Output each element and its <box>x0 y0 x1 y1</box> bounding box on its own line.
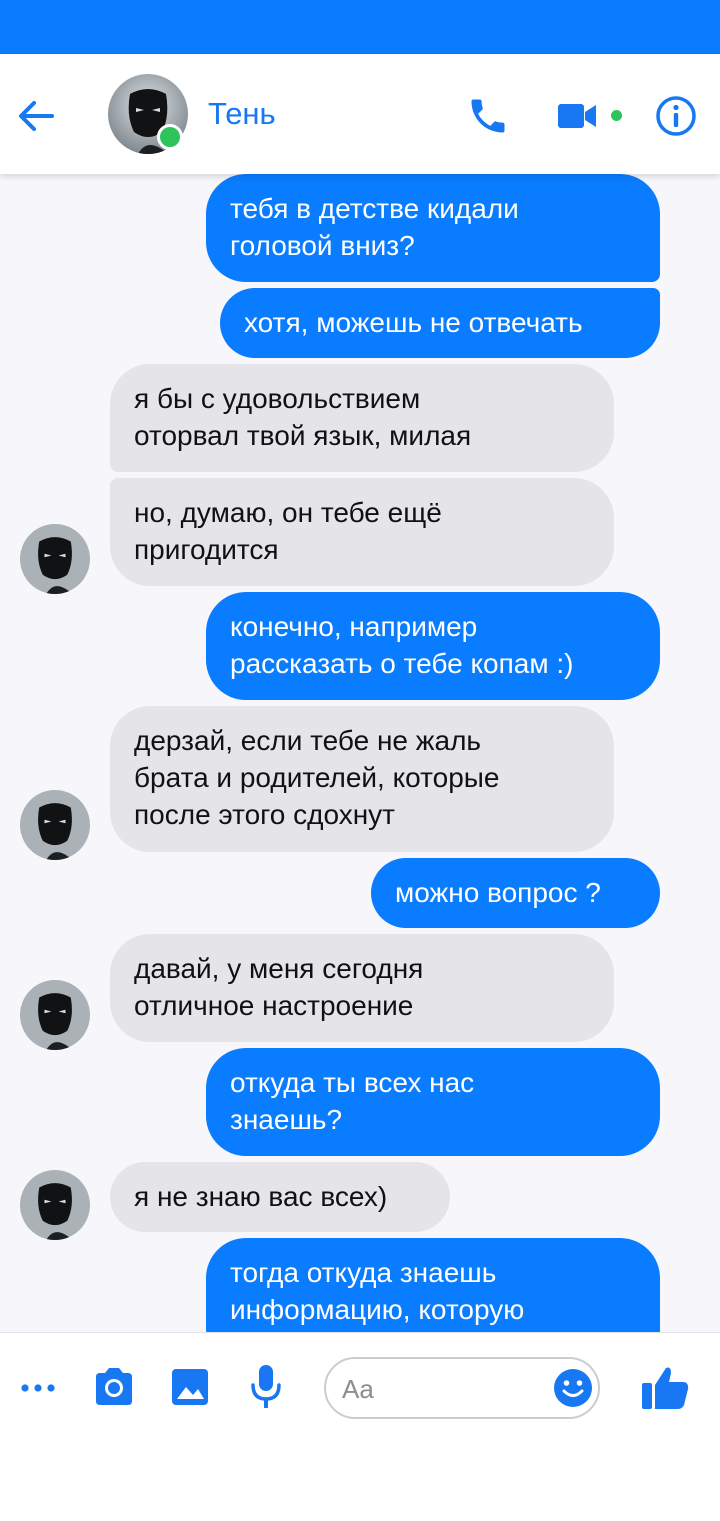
back-arrow-icon[interactable] <box>14 94 58 138</box>
sender-avatar[interactable] <box>20 790 90 860</box>
like-icon[interactable] <box>640 1365 690 1411</box>
message-input[interactable] <box>340 1367 544 1411</box>
message-input-field[interactable] <box>324 1357 600 1419</box>
camera-icon[interactable] <box>92 1367 136 1407</box>
message-composer <box>0 1332 720 1521</box>
message-bubble-incoming[interactable]: давай, у меня сегодня отличное настроени… <box>110 934 614 1042</box>
online-status-dot <box>157 124 183 150</box>
video-camera-icon[interactable] <box>555 98 599 134</box>
phone-icon[interactable] <box>466 94 510 138</box>
emoji-icon[interactable] <box>552 1367 594 1409</box>
message-bubble-outgoing[interactable]: хотя, можешь не отвечать <box>220 288 660 358</box>
message-list[interactable]: тебя в детстве кидали головой вниз? хотя… <box>0 174 720 1332</box>
microphone-icon[interactable] <box>248 1363 284 1411</box>
sender-avatar[interactable] <box>20 1170 90 1240</box>
message-bubble-incoming[interactable]: я не знаю вас всех) <box>110 1162 450 1232</box>
status-bar <box>0 0 720 54</box>
sender-avatar[interactable] <box>20 980 90 1050</box>
message-bubble-outgoing[interactable]: откуда ты всех нас знаешь? <box>206 1048 660 1156</box>
info-icon[interactable] <box>654 94 698 138</box>
message-bubble-incoming[interactable]: я бы с удовольствием оторвал твой язык, … <box>110 364 614 472</box>
message-bubble-incoming[interactable]: но, думаю, он тебе ещё пригодится <box>110 478 614 586</box>
contact-name[interactable]: Тень <box>208 96 276 132</box>
message-bubble-outgoing[interactable]: тогда откуда знаешь информацию, которую <box>206 1238 660 1332</box>
message-bubble-outgoing[interactable]: можно вопрос ? <box>371 858 660 928</box>
gallery-icon[interactable] <box>170 1367 210 1407</box>
more-icon[interactable] <box>18 1375 58 1401</box>
sender-avatar[interactable] <box>20 524 90 594</box>
video-available-dot <box>611 110 622 121</box>
message-bubble-incoming[interactable]: дерзай, если тебе не жаль брата и родите… <box>110 706 614 852</box>
message-bubble-outgoing[interactable]: тебя в детстве кидали головой вниз? <box>206 174 660 282</box>
chat-header: Тень <box>0 54 720 174</box>
message-bubble-outgoing[interactable]: конечно, например рассказать о тебе копа… <box>206 592 660 700</box>
